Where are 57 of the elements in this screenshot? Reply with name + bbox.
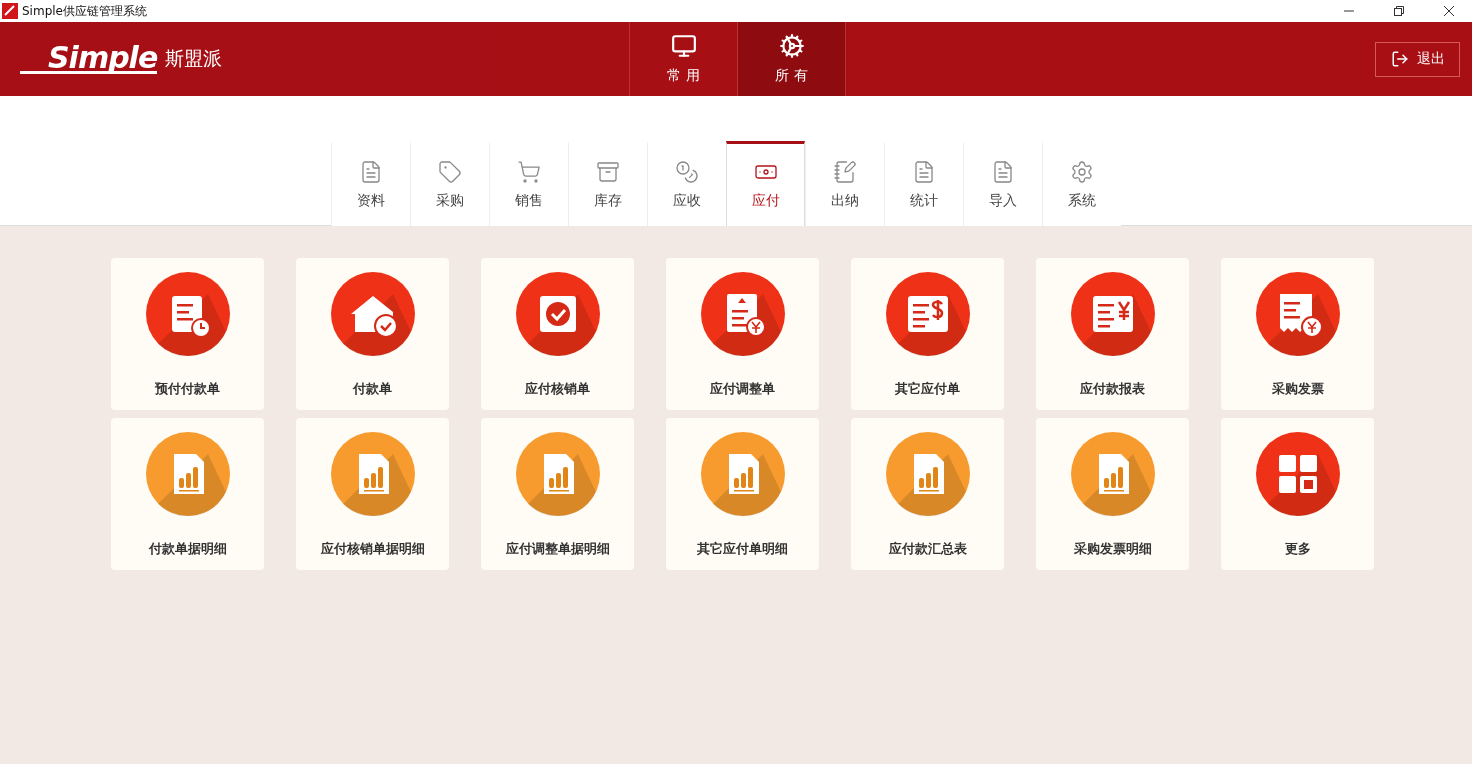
- function-tile[interactable]: 预付付款单: [111, 258, 264, 410]
- restore-icon: [1394, 6, 1404, 16]
- exit-icon: [1390, 50, 1409, 68]
- module-tab[interactable]: 库存: [568, 141, 647, 226]
- function-tile[interactable]: 应付核销单: [481, 258, 634, 410]
- cart-icon: [517, 160, 541, 184]
- function-tile[interactable]: 应付款报表: [1036, 258, 1189, 410]
- function-tile[interactable]: 更多: [1221, 418, 1374, 570]
- logout-button[interactable]: 退出: [1375, 41, 1460, 77]
- logo-text: Simple: [20, 44, 158, 74]
- tile-label: 应付调整单: [710, 380, 775, 398]
- tile-label: 应付款报表: [1080, 380, 1145, 398]
- tile-label: 应付款汇总表: [888, 540, 967, 558]
- function-tile[interactable]: 其它应付单: [851, 258, 1004, 410]
- function-tile[interactable]: 应付调整单: [666, 258, 819, 410]
- brand-name: 斯盟派: [165, 46, 223, 71]
- tile-label: 应付调整单据明细: [505, 540, 610, 558]
- tile-label: 采购发票: [1271, 380, 1324, 398]
- tag-icon: [438, 160, 462, 184]
- tile-label: 采购发票明细: [1073, 540, 1152, 558]
- function-tile[interactable]: 应付核销单据明细: [296, 418, 449, 570]
- function-tile[interactable]: 付款单: [296, 258, 449, 410]
- nav-tab[interactable]: 所 有: [737, 22, 845, 96]
- coins-icon: [675, 160, 699, 184]
- function-tile[interactable]: 采购发票明细: [1036, 418, 1189, 570]
- module-tab[interactable]: 出纳: [805, 141, 884, 226]
- module-tab[interactable]: 资料: [331, 141, 410, 226]
- function-tile[interactable]: 采购发票: [1221, 258, 1374, 410]
- tile-label: 预付付款单: [155, 380, 220, 398]
- function-tile[interactable]: 其它应付单明细: [666, 418, 819, 570]
- tile-label: 其它应付单明细: [697, 540, 788, 558]
- tile-label: 付款单: [353, 380, 392, 398]
- function-tile[interactable]: 付款单据明细: [111, 418, 264, 570]
- doc-icon: [359, 160, 383, 184]
- tray-icon: [596, 160, 620, 184]
- gear-icon: [1070, 160, 1094, 184]
- module-tab[interactable]: 统计: [884, 141, 963, 226]
- notebook-icon: [833, 160, 857, 184]
- module-tab[interactable]: 导入: [963, 141, 1042, 226]
- module-tab[interactable]: 采购: [410, 141, 489, 226]
- module-tab[interactable]: 应付: [726, 141, 805, 226]
- function-tile[interactable]: 应付调整单据明细: [481, 418, 634, 570]
- tile-label: 更多: [1284, 540, 1311, 558]
- function-tile[interactable]: 应付款汇总表: [851, 418, 1004, 570]
- tile-label: 其它应付单: [895, 380, 960, 398]
- close-icon: [1444, 6, 1454, 16]
- tile-label: 应付核销单据明细: [320, 540, 425, 558]
- window-title: Simple供应链管理系统: [22, 2, 148, 20]
- doc-icon: [912, 160, 936, 184]
- module-tab[interactable]: 应收: [647, 141, 726, 226]
- gear-icon: [778, 33, 805, 59]
- module-tab[interactable]: 系统: [1042, 141, 1121, 226]
- module-tab[interactable]: 销售: [489, 141, 568, 226]
- tile-label: 应付核销单: [525, 380, 590, 398]
- doc-icon: [991, 160, 1015, 184]
- monitor-icon: [670, 33, 697, 59]
- tile-label: 付款单据明细: [148, 540, 227, 558]
